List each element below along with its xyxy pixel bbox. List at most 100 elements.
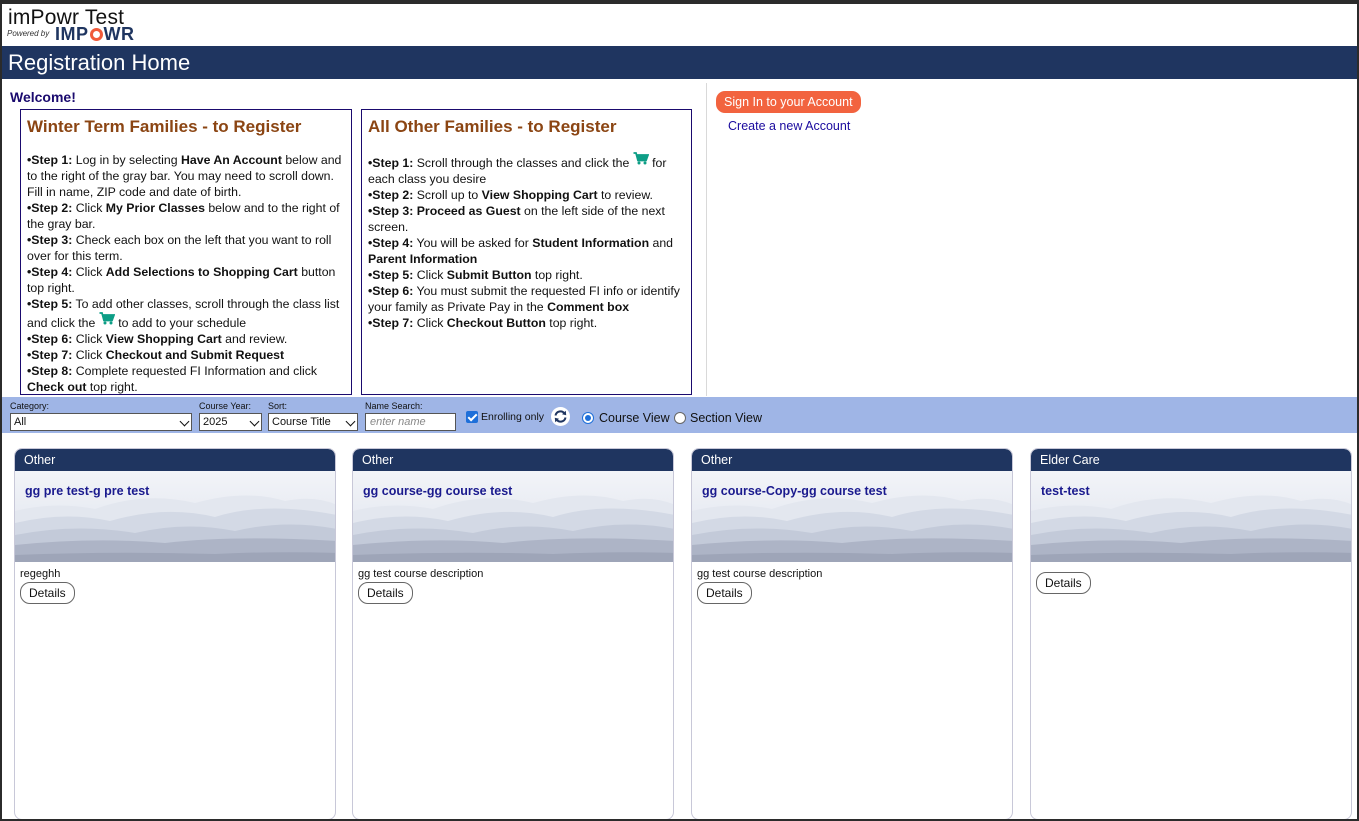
card-description: regeghh — [20, 568, 61, 580]
step-text: You will be asked for — [413, 236, 533, 250]
step-text: Complete requested FI Information and cl… — [72, 364, 318, 378]
course-card: Other gg course-Copy-gg course test gg tes… — [691, 448, 1013, 819]
page-title: Registration Home — [2, 46, 1357, 79]
step-label: •Step 6: — [368, 284, 414, 298]
card-category: Other — [15, 449, 335, 471]
step-text: Click — [72, 348, 106, 362]
step-label: •Step 3: — [27, 233, 73, 247]
powered-by-text: Powered by — [7, 29, 50, 38]
step-label: •Step 7: — [368, 316, 414, 330]
course-cards-grid: Other gg pre test-g pre test regeghh Detail… — [2, 434, 1357, 819]
card-banner: gg pre test-g pre test — [15, 471, 335, 562]
vertical-divider — [706, 83, 707, 396]
step-label: •Step 1: — [368, 156, 414, 170]
instruction-step: •Step 5: To add other classes, scroll th… — [27, 296, 345, 331]
course-year-select[interactable]: 2025 — [199, 413, 262, 431]
step-text: top right. — [86, 380, 138, 394]
step-text: to add to your schedule — [114, 316, 247, 330]
step-text: Click — [413, 316, 447, 330]
step-emphasis: Have An Account — [181, 153, 282, 167]
instruction-step: •Step 1: Scroll through the classes and … — [368, 152, 685, 187]
step-emphasis: Comment box — [547, 300, 630, 314]
step-label: •Step 3: — [368, 204, 414, 218]
brand-header: imPowr Test Powered by IMP WR — [2, 4, 1357, 44]
instruction-step: •Step 5: Click Submit Button top right. — [368, 267, 685, 283]
other-steps-list: •Step 1: Scroll through the classes and … — [368, 152, 685, 331]
step-text: and review. — [221, 332, 288, 346]
category-select[interactable]: All — [10, 413, 192, 431]
winter-instructions-box: Winter Term Families - to Register •Step… — [20, 109, 352, 395]
step-text: Scroll up to — [413, 188, 482, 202]
chevron-down-icon — [249, 416, 260, 427]
course-card: Elder Care test-test Details — [1030, 448, 1352, 819]
instruction-step: •Step 2: Scroll up to View Shopping Cart… — [368, 187, 685, 203]
name-search-input[interactable]: enter name — [365, 413, 456, 431]
course-view-radio[interactable] — [582, 412, 594, 424]
details-button[interactable]: Details — [358, 582, 413, 604]
step-label: •Step 5: — [27, 297, 73, 311]
details-button[interactable]: Details — [697, 582, 752, 604]
step-label: •Step 1: — [27, 153, 73, 167]
logo-ring-icon — [89, 28, 103, 41]
step-text: Click — [413, 268, 447, 282]
course-card: Other gg pre test-g pre test regeghh Detail… — [14, 448, 336, 819]
instruction-step: •Step 6: Click View Shopping Cart and re… — [27, 331, 345, 347]
card-banner: test-test — [1031, 471, 1351, 562]
step-emphasis: Check out — [27, 380, 87, 394]
sign-in-button[interactable]: Sign In to your Account — [716, 91, 861, 113]
chevron-down-icon — [345, 416, 356, 427]
card-description — [1031, 562, 1351, 572]
step-text: top right. — [531, 268, 583, 282]
step-text: Check each box on the left that you want… — [27, 233, 332, 263]
cart-icon — [99, 312, 115, 325]
instruction-step: •Step 3: Proceed as Guest on the left si… — [368, 203, 685, 235]
step-emphasis: View Shopping Cart — [481, 188, 598, 202]
step-text: Click — [72, 201, 106, 215]
card-title[interactable]: test-test — [1041, 484, 1090, 498]
step-label: •Step 7: — [27, 348, 73, 362]
card-category: Elder Care — [1031, 449, 1351, 471]
card-category: Other — [353, 449, 673, 471]
create-account-link[interactable]: Create a new Account — [728, 119, 850, 133]
enrolling-only-checkbox[interactable] — [466, 411, 478, 423]
name-search-label: Name Search: — [365, 401, 423, 411]
other-box-title: All Other Families - to Register — [368, 117, 617, 136]
intro-section: Welcome! Winter Term Families - to Regis… — [2, 79, 1357, 396]
card-description: gg test course description — [358, 568, 484, 580]
step-text: Click — [72, 265, 106, 279]
card-category: Other — [692, 449, 1012, 471]
card-title[interactable]: gg course-Copy-gg course test — [702, 484, 887, 498]
step-label: •Step 2: — [27, 201, 73, 215]
card-title[interactable]: gg course-gg course test — [363, 484, 512, 498]
details-button[interactable]: Details — [20, 582, 75, 604]
step-label: •Step 5: — [368, 268, 414, 282]
step-label: •Step 4: — [27, 265, 73, 279]
step-emphasis: Checkout and Submit Request — [105, 348, 285, 362]
step-emphasis: Add Selections to Shopping Cart — [105, 265, 298, 279]
instruction-step: •Step 4: Click Add Selections to Shoppin… — [27, 264, 345, 296]
instruction-step: •Step 4: You will be asked for Student I… — [368, 235, 685, 267]
step-emphasis: Student Information — [532, 236, 650, 250]
app-window: imPowr Test Powered by IMP WR Registratio… — [0, 0, 1359, 821]
impowr-logo: IMP WR — [55, 24, 135, 44]
details-button[interactable]: Details — [1036, 572, 1091, 594]
instruction-step: •Step 2: Click My Prior Classes below an… — [27, 200, 345, 232]
enrolling-only-label: Enrolling only — [481, 411, 545, 423]
other-instructions-box: All Other Families - to Register •Step 1… — [361, 109, 692, 395]
step-emphasis: View Shopping Cart — [105, 332, 222, 346]
step-text: and — [649, 236, 674, 250]
instruction-step: •Step 1: Log in by selecting Have An Acc… — [27, 152, 345, 200]
card-description: gg test course description — [697, 568, 823, 580]
sort-select[interactable]: Course Title — [268, 413, 358, 431]
step-emphasis: My Prior Classes — [105, 201, 205, 215]
winter-steps-list: •Step 1: Log in by selecting Have An Acc… — [27, 152, 345, 395]
step-emphasis: Submit Button — [446, 268, 532, 282]
step-emphasis: Checkout Button — [446, 316, 546, 330]
refresh-icon[interactable] — [551, 407, 570, 426]
step-label: •Step 6: — [27, 332, 73, 346]
step-text: top right. — [545, 316, 598, 330]
step-label: •Step 2: — [368, 188, 414, 202]
card-title[interactable]: gg pre test-g pre test — [25, 484, 149, 498]
section-view-radio[interactable] — [674, 412, 686, 424]
filter-bar: Category: All Course Year: 2025 Sort: Co… — [2, 397, 1357, 433]
